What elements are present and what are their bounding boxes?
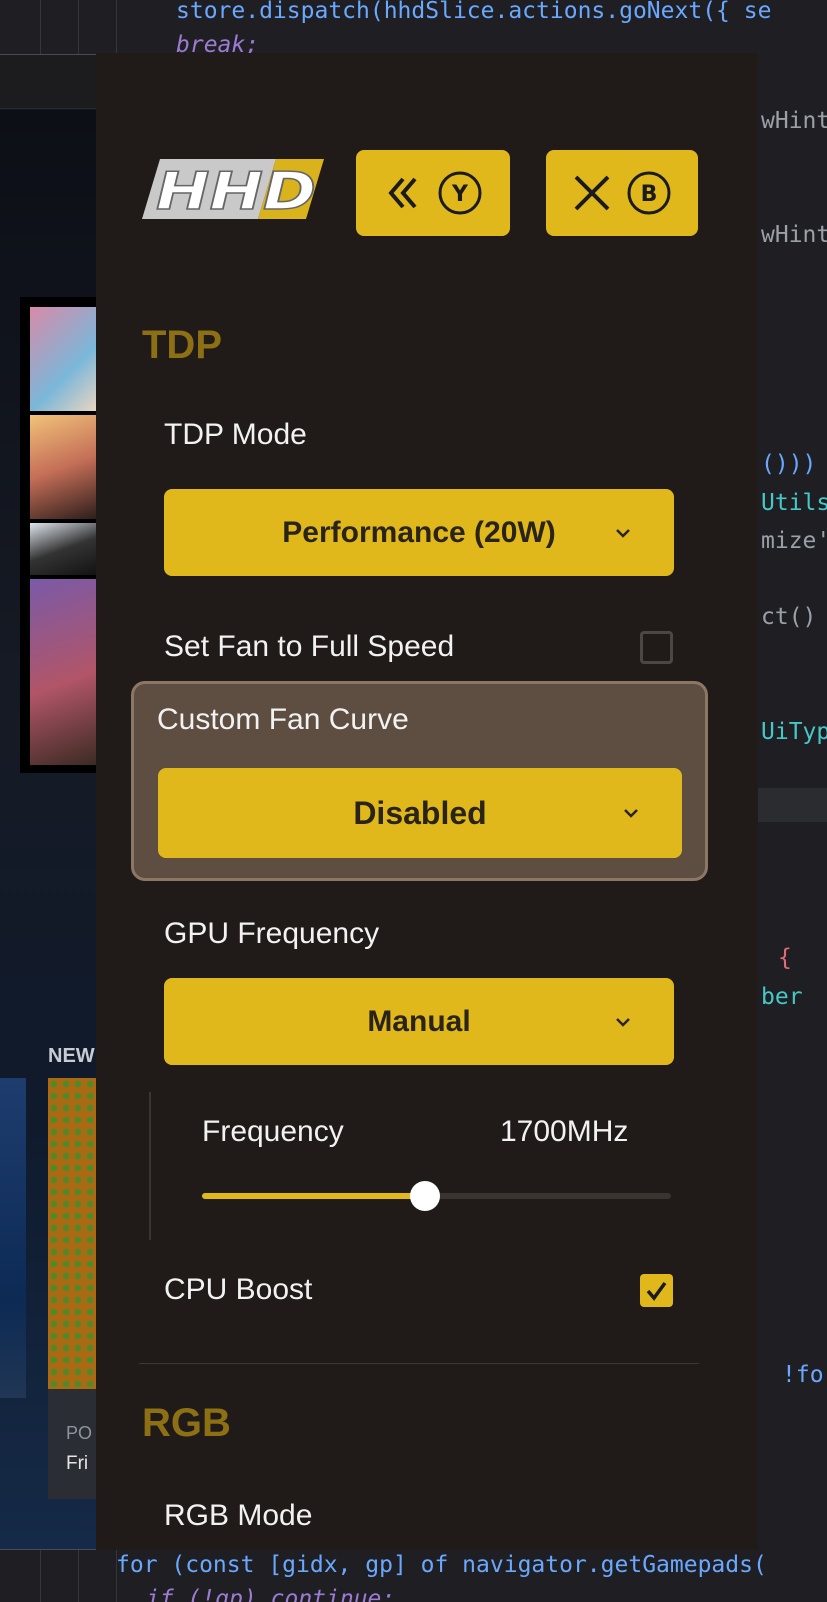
section-divider	[139, 1363, 699, 1364]
svg-text:HHD: HHD	[156, 162, 316, 222]
cpu-boost-label: CPU Boost	[164, 1273, 313, 1306]
hhd-logo: HHD	[140, 153, 326, 225]
tdp-section-title: TDP	[142, 323, 222, 367]
svg-text:B: B	[641, 182, 658, 207]
checkmark-icon	[646, 1281, 667, 1301]
code-line: for (const [gidx, gp] of navigator.getGa…	[116, 1552, 767, 1578]
code-line: ber	[761, 984, 803, 1010]
fan-full-speed-label: Set Fan to Full Speed	[164, 630, 455, 663]
frequency-value: 1700MHz	[500, 1115, 629, 1148]
custom-fan-curve-select[interactable]: Disabled	[158, 768, 682, 858]
indent-guide	[149, 1092, 151, 1240]
tdp-mode-select[interactable]: Performance (20W)	[164, 489, 674, 576]
code-line: wHint	[761, 108, 827, 134]
code-line: store.dispatch(hhdSlice.actions.goNext({…	[176, 0, 772, 24]
tdp-mode-label: TDP Mode	[164, 418, 307, 451]
double-chevron-left-icon	[388, 177, 417, 209]
back-button[interactable]: Y	[356, 150, 510, 236]
chevron-down-icon	[616, 528, 630, 538]
frequency-slider[interactable]	[202, 1181, 671, 1211]
custom-fan-curve-value: Disabled	[353, 794, 487, 831]
code-line: wHint	[761, 222, 827, 248]
code-line: {	[778, 945, 792, 971]
tdp-mode-value: Performance (20W)	[282, 515, 556, 549]
rgb-section-title: RGB	[142, 1401, 231, 1445]
code-line: UiTyp	[761, 719, 827, 745]
cover-tile	[30, 579, 100, 765]
svg-text:Y: Y	[451, 182, 469, 207]
hhd-panel: HHD Y B TDP TDP Mode Performance (20W) S…	[96, 53, 758, 1550]
gpu-frequency-label: GPU Frequency	[164, 917, 380, 950]
custom-fan-curve-label: Custom Fan Curve	[157, 703, 409, 736]
frequency-slider-thumb[interactable]	[409, 1181, 440, 1211]
close-icon	[574, 175, 610, 211]
code-line: ct()	[761, 604, 817, 630]
gpu-frequency-select[interactable]: Manual	[164, 978, 674, 1065]
frequency-slider-fill	[202, 1193, 425, 1199]
cover-tile	[30, 523, 100, 575]
chevron-down-icon	[616, 1017, 630, 1027]
code-line: ()))	[761, 451, 817, 477]
promo-tile[interactable]	[48, 1078, 100, 1389]
code-line: Utils	[761, 490, 827, 516]
current-line-highlight	[757, 788, 827, 822]
game-cover-art[interactable]	[20, 297, 100, 773]
promo-tile[interactable]	[0, 1078, 26, 1398]
b-button-badge-icon: B	[627, 171, 671, 215]
chevron-down-icon	[624, 809, 638, 818]
close-panel-button[interactable]: B	[546, 150, 698, 236]
rgb-mode-label: RGB Mode	[164, 1499, 313, 1532]
y-button-badge-icon: Y	[438, 171, 482, 215]
promo-caption-text: Fri	[66, 1453, 89, 1474]
cover-tile	[30, 415, 100, 519]
code-line: !fo	[782, 1362, 824, 1388]
cover-tile	[30, 307, 100, 411]
promo-caption	[48, 1389, 100, 1499]
fan-full-speed-checkbox[interactable]	[640, 631, 673, 664]
code-line: if (!gp) continue;	[146, 1586, 396, 1602]
cpu-boost-checkbox[interactable]	[640, 1274, 673, 1307]
gpu-frequency-value: Manual	[367, 1004, 471, 1038]
frequency-label: Frequency	[202, 1115, 344, 1148]
code-line: mize'	[761, 528, 827, 554]
promo-caption-text: PO	[66, 1423, 93, 1443]
section-new-label: NEW	[48, 1045, 95, 1067]
